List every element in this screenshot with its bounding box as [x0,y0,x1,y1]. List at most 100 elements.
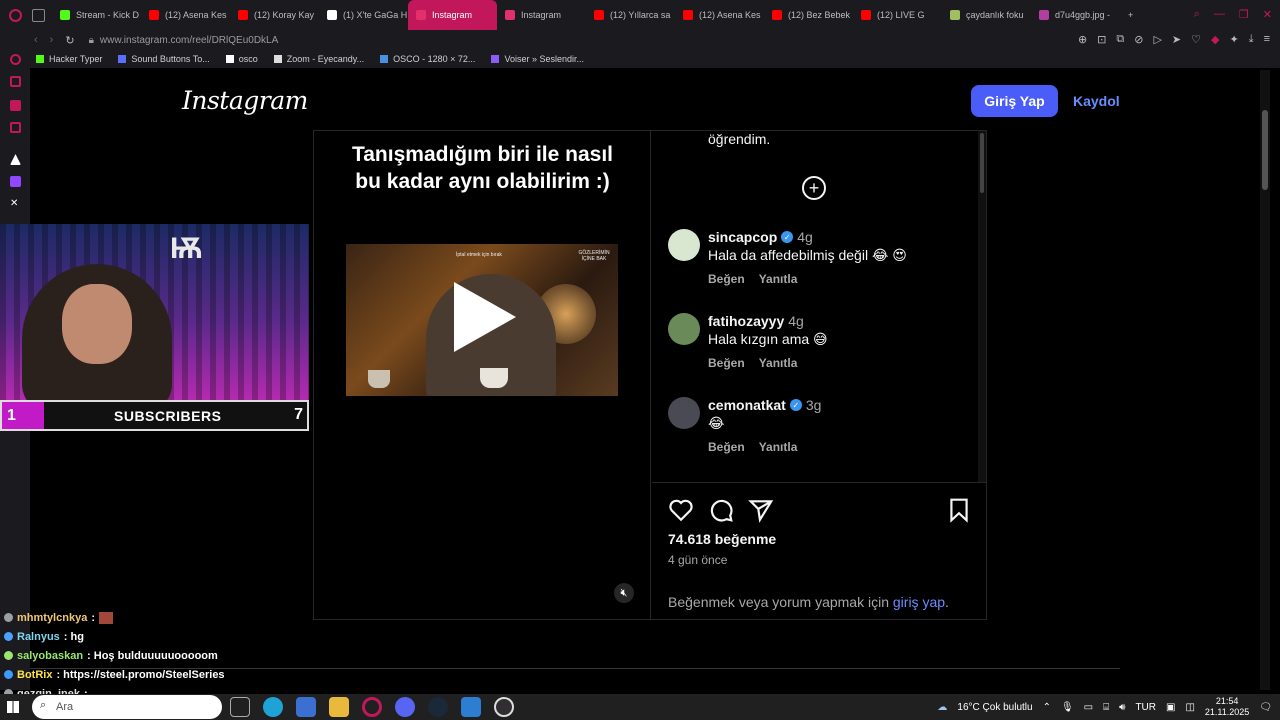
sidebar-chat-icon[interactable] [10,100,21,111]
browser-tab[interactable]: çaydanlık foku [942,0,1031,30]
signup-link[interactable]: Kaydol [1073,85,1120,117]
new-tab-icon[interactable]: + [1120,0,1141,30]
browser-tab[interactable]: (12) Asena Kes [141,0,230,30]
steam-icon[interactable] [428,697,448,717]
browser-tab[interactable]: Stream - Kick D [52,0,141,30]
load-more-comments-icon[interactable]: + [802,176,826,200]
comments-scrollbar-thumb[interactable] [980,133,984,193]
comment-like-button[interactable]: Beğen [708,356,745,370]
comment-like-button[interactable]: Beğen [708,440,745,454]
bookmark-item[interactable]: Hacker Typer [36,54,102,64]
maximize-icon[interactable]: ❐ [1239,8,1249,21]
explorer-icon[interactable] [329,697,349,717]
chat-username[interactable]: salyobaskan [17,650,83,662]
heart-icon[interactable]: ♡ [1191,33,1201,46]
task-view-icon[interactable] [230,697,250,717]
sidebar-twitch-icon[interactable] [10,176,21,187]
save-bookmark-icon[interactable] [946,497,972,523]
browser-tab[interactable]: (12) Asena Kes [675,0,764,30]
lang-indicator[interactable]: TUR [1135,702,1156,713]
bookmark-item[interactable]: osco [225,54,258,64]
share-icon[interactable] [748,497,774,523]
settings-app-icon[interactable] [461,697,481,717]
browser-tab[interactable]: (12) Yıllarca sa [586,0,675,30]
tray-icon[interactable]: ▣ [1166,702,1175,713]
browser-tab[interactable]: Instagram [497,0,586,30]
browser-tab[interactable]: (1) X'te GaGa H [319,0,408,30]
notifications-icon[interactable]: 🗨︎ [1259,702,1272,713]
discord-icon[interactable] [395,697,415,717]
weather-text[interactable]: 16°C Çok bulutlu [957,702,1032,713]
reload-icon[interactable]: ↻ [65,34,74,47]
chat-username[interactable]: mhmtylcnkya [17,612,87,624]
comment-username[interactable]: sincapcop [708,229,777,245]
network-icon[interactable]: ⌸ [1103,702,1109,713]
zoom-icon[interactable]: ⊕ [1078,33,1087,46]
bookmark-item[interactable]: OSCO - 1280 × 72... [380,54,475,64]
edge-icon[interactable] [263,697,283,717]
opera-menu-icon[interactable] [9,8,22,22]
browser-tab[interactable]: (12) LIVE G [853,0,942,30]
bookmark-page-icon[interactable]: ⊡ [1097,33,1106,46]
mic-icon[interactable]: 🎙︎ [1061,702,1074,713]
comment-icon[interactable] [708,497,734,523]
like-count[interactable]: 74.618 beğenme [668,531,776,547]
browser-tab[interactable]: (12) Koray Kay [230,0,319,30]
sidebar-kick-icon[interactable] [10,154,21,165]
back-icon[interactable]: ‹ [34,34,38,47]
forward-icon[interactable]: › [50,34,54,47]
comment-reply-button[interactable]: Yanıtla [759,440,798,454]
instagram-logo[interactable]: Instagram [182,86,308,115]
close-window-icon[interactable]: ✕ [1263,8,1272,21]
snapshot-icon[interactable]: ⧉ [1116,33,1124,46]
browser-tab[interactable]: Instagram [408,0,497,30]
chat-username[interactable]: BotRix [17,669,52,681]
comment-avatar[interactable] [668,313,700,345]
download-icon[interactable]: ⤓ [1249,33,1254,46]
clock[interactable]: 21:54 21.11.2025 [1205,696,1249,718]
bookmark-item[interactable]: Voiser » Seslendir... [491,54,584,64]
login-button[interactable]: Giriş Yap [971,85,1058,117]
ai-icon[interactable]: ◆ [1211,33,1219,46]
tray-expand-icon[interactable]: ⌃ [1043,702,1051,713]
start-button[interactable] [0,694,26,720]
sidebar-messenger-icon[interactable] [10,76,21,87]
send-icon[interactable]: ➤ [1172,33,1181,46]
reel-video[interactable]: İptal etmek için bırak GÖZLERİMİN İÇİNE … [346,244,618,396]
comment-username[interactable]: fatihozayyy [708,313,784,329]
adblock-icon[interactable]: ⊘ [1134,33,1143,46]
workspace-icon[interactable] [32,8,45,22]
url-field[interactable]: 🔒︎ www.instagram.com/reel/DRlQEu0DkLA [89,35,279,46]
play-icon[interactable] [454,282,516,352]
comment-username[interactable]: cemonatkat [708,397,786,413]
bookmark-item[interactable]: Zoom - Eyecandy... [273,54,364,64]
chat-username[interactable]: Ralnyus [17,631,60,643]
comment-reply-button[interactable]: Yanıtla [759,356,798,370]
comment-avatar[interactable] [668,229,700,261]
minimize-icon[interactable]: — [1214,8,1225,21]
comments-panel[interactable]: öğrendim. + sincapcop ✓ 4g Hala da affedebi… [652,131,986,483]
obs-icon[interactable] [494,697,514,717]
taskbar-search[interactable]: ⌕ Ara [32,695,222,719]
bookmark-item[interactable]: Sound Buttons To... [118,54,210,64]
opera-icon[interactable] [362,697,382,717]
tray-app-icon[interactable]: ▭ [1084,702,1093,713]
search-tabs-icon[interactable]: ⌕ [1194,8,1200,21]
comment-reply-button[interactable]: Yanıtla [759,272,798,286]
player-icon[interactable]: ▷ [1153,33,1161,46]
comment-avatar[interactable] [668,397,700,429]
sidebar-x-icon[interactable]: ✕ [10,198,21,209]
volume-icon[interactable]: 🔊︎ [1119,702,1125,713]
like-heart-icon[interactable] [668,497,694,523]
extensions-icon[interactable]: ✦ [1229,33,1238,46]
browser-tab[interactable]: d7u4ggb.jpg - [1031,0,1120,30]
app-icon[interactable] [296,697,316,717]
comments-scrollbar[interactable] [978,131,986,482]
sidebar-opera-icon[interactable] [10,54,21,65]
menu-icon[interactable]: ≡ [1264,33,1270,46]
page-scrollbar[interactable] [1260,70,1270,690]
mute-icon[interactable]: 🔇︎ [614,583,634,603]
comment-like-button[interactable]: Beğen [708,272,745,286]
browser-tab[interactable]: (12) Bez Bebek [764,0,853,30]
sidebar-mail-icon[interactable] [10,122,21,133]
